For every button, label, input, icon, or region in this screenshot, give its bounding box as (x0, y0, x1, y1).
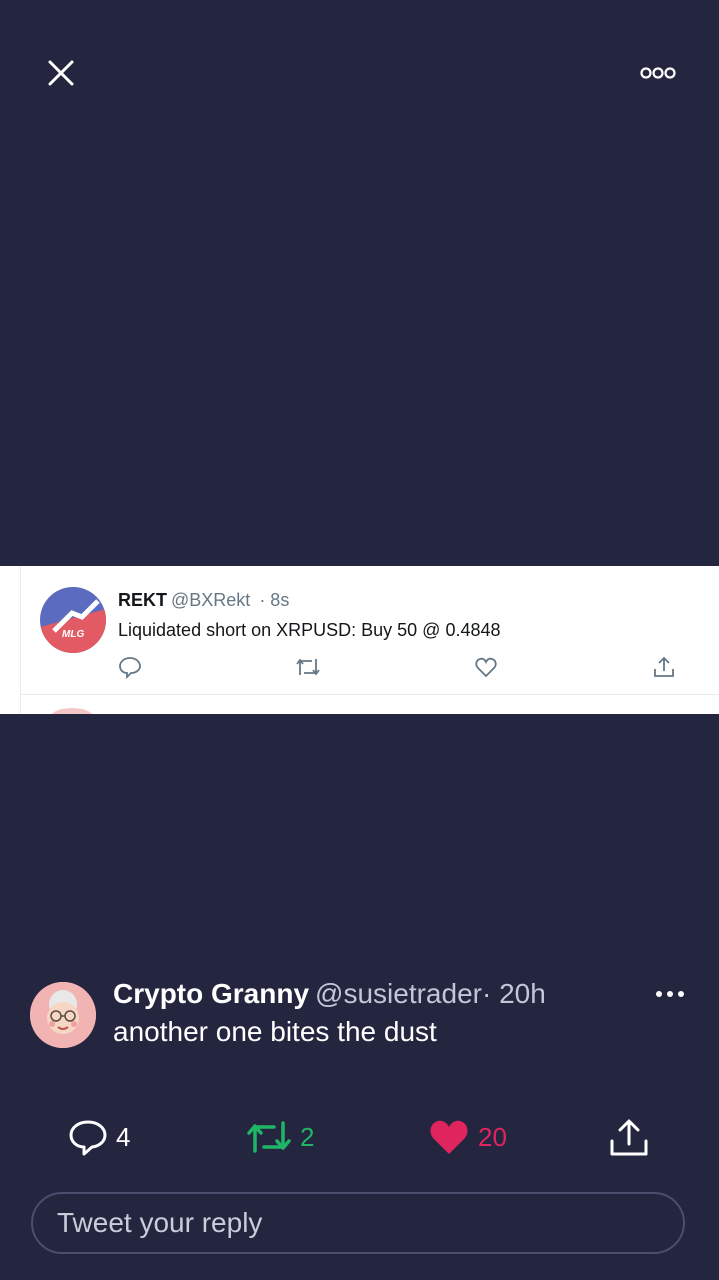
embedded-share-icon (651, 654, 677, 680)
author-avatar[interactable] (30, 982, 96, 1048)
embedded-author-name: REKT (118, 590, 167, 610)
more-options-button[interactable] (634, 58, 682, 88)
tweet-text: another one bites the dust (113, 1016, 437, 1047)
author-name[interactable]: Crypto Granny (113, 978, 309, 1009)
rekt-avatar: MLG (40, 587, 106, 653)
more-horizontal-icon (640, 67, 676, 79)
tweet-media-image[interactable]: MLG REKT @BXRekt · 8s Liquidated short on… (0, 566, 719, 714)
reply-box[interactable] (31, 1192, 685, 1254)
retweet-count: 2 (300, 1121, 315, 1152)
reply-count: 4 (116, 1121, 131, 1152)
author-handle[interactable]: @susietrader (315, 978, 482, 1009)
retweet-icon (247, 1121, 291, 1153)
share-button[interactable] (608, 1115, 650, 1159)
heart-icon (430, 1120, 468, 1154)
tweet-timestamp: · 20h (481, 978, 546, 1009)
like-count: 20 (478, 1121, 507, 1152)
next-avatar-peek (50, 708, 94, 714)
close-button[interactable] (40, 52, 82, 94)
divider (20, 566, 21, 714)
embedded-tweet-text: Liquidated short on XRPUSD: Buy 50 @ 0.4… (118, 620, 501, 640)
avatar-logo-text: MLG (62, 629, 84, 640)
reply-button[interactable]: 4 (68, 1115, 130, 1159)
embedded-author-handle: @BXRekt (171, 590, 251, 610)
share-icon (610, 1119, 648, 1156)
embedded-tweet-header: REKT @BXRekt · 8s (118, 590, 289, 611)
tweet-header: Crypto Granny @susietrader· 20h (113, 977, 546, 1011)
close-icon (48, 60, 74, 86)
divider (20, 694, 719, 695)
like-button[interactable]: 20 (428, 1115, 507, 1159)
embedded-reply-icon (117, 654, 143, 680)
retweet-button[interactable]: 2 (246, 1115, 314, 1159)
reply-input[interactable] (55, 1206, 659, 1240)
reply-bubble-icon (69, 1120, 107, 1156)
top-bar (0, 0, 719, 140)
embedded-heart-icon (473, 654, 499, 680)
embedded-retweet-icon (295, 654, 321, 680)
more-horizontal-icon (656, 991, 684, 997)
tweet-more-button[interactable] (650, 980, 690, 1008)
embedded-tweet-time: · 8s (259, 590, 290, 610)
